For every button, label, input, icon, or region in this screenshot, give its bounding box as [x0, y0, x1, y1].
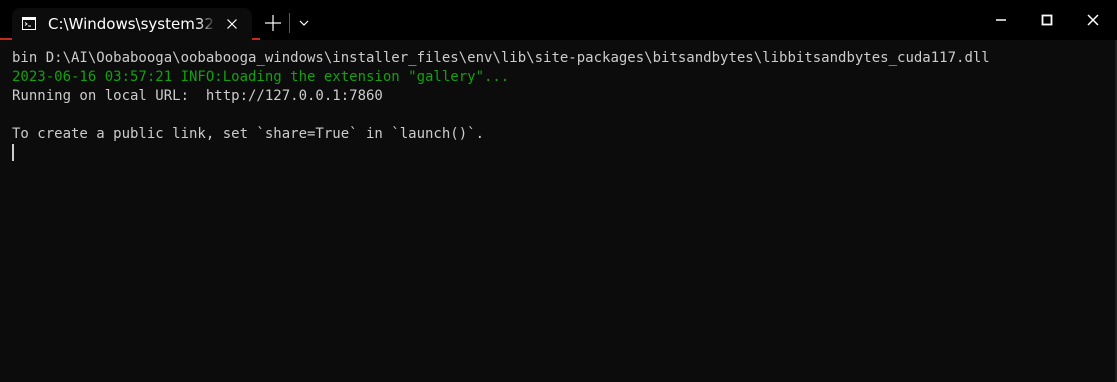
text-cursor — [12, 144, 14, 161]
title-bar: C:\Windows\system32\cmd.exe — [0, 0, 1117, 40]
output-line-info: 2023-06-16 03:57:21 INFO:Loading the ext… — [12, 69, 510, 85]
tab-title: C:\Windows\system32\cmd.exe — [48, 15, 214, 33]
close-tab-icon[interactable] — [222, 14, 242, 34]
output-line-dll-path: bin D:\AI\Oobabooga\oobabooga_windows\in… — [12, 50, 990, 66]
maximize-icon[interactable] — [1024, 0, 1070, 40]
tab-cmd[interactable]: C:\Windows\system32\cmd.exe — [12, 8, 252, 40]
tab-title-fade — [198, 12, 216, 36]
console-icon — [22, 17, 36, 30]
tab-separator — [289, 13, 290, 33]
plus-icon[interactable] — [262, 12, 284, 34]
terminal-output[interactable]: bin D:\AI\Oobabooga\oobabooga_windows\in… — [0, 40, 1117, 382]
minimize-icon[interactable] — [978, 0, 1024, 40]
output-line-public-link: To create a public link, set `share=True… — [12, 126, 485, 142]
close-icon[interactable] — [1070, 0, 1116, 40]
terminal-window: C:\Windows\system32\cmd.exe bin D:\ — [0, 0, 1117, 382]
output-line-local-url: Running on local URL: http://127.0.0.1:7… — [12, 88, 383, 104]
chevron-down-icon[interactable] — [294, 12, 314, 34]
